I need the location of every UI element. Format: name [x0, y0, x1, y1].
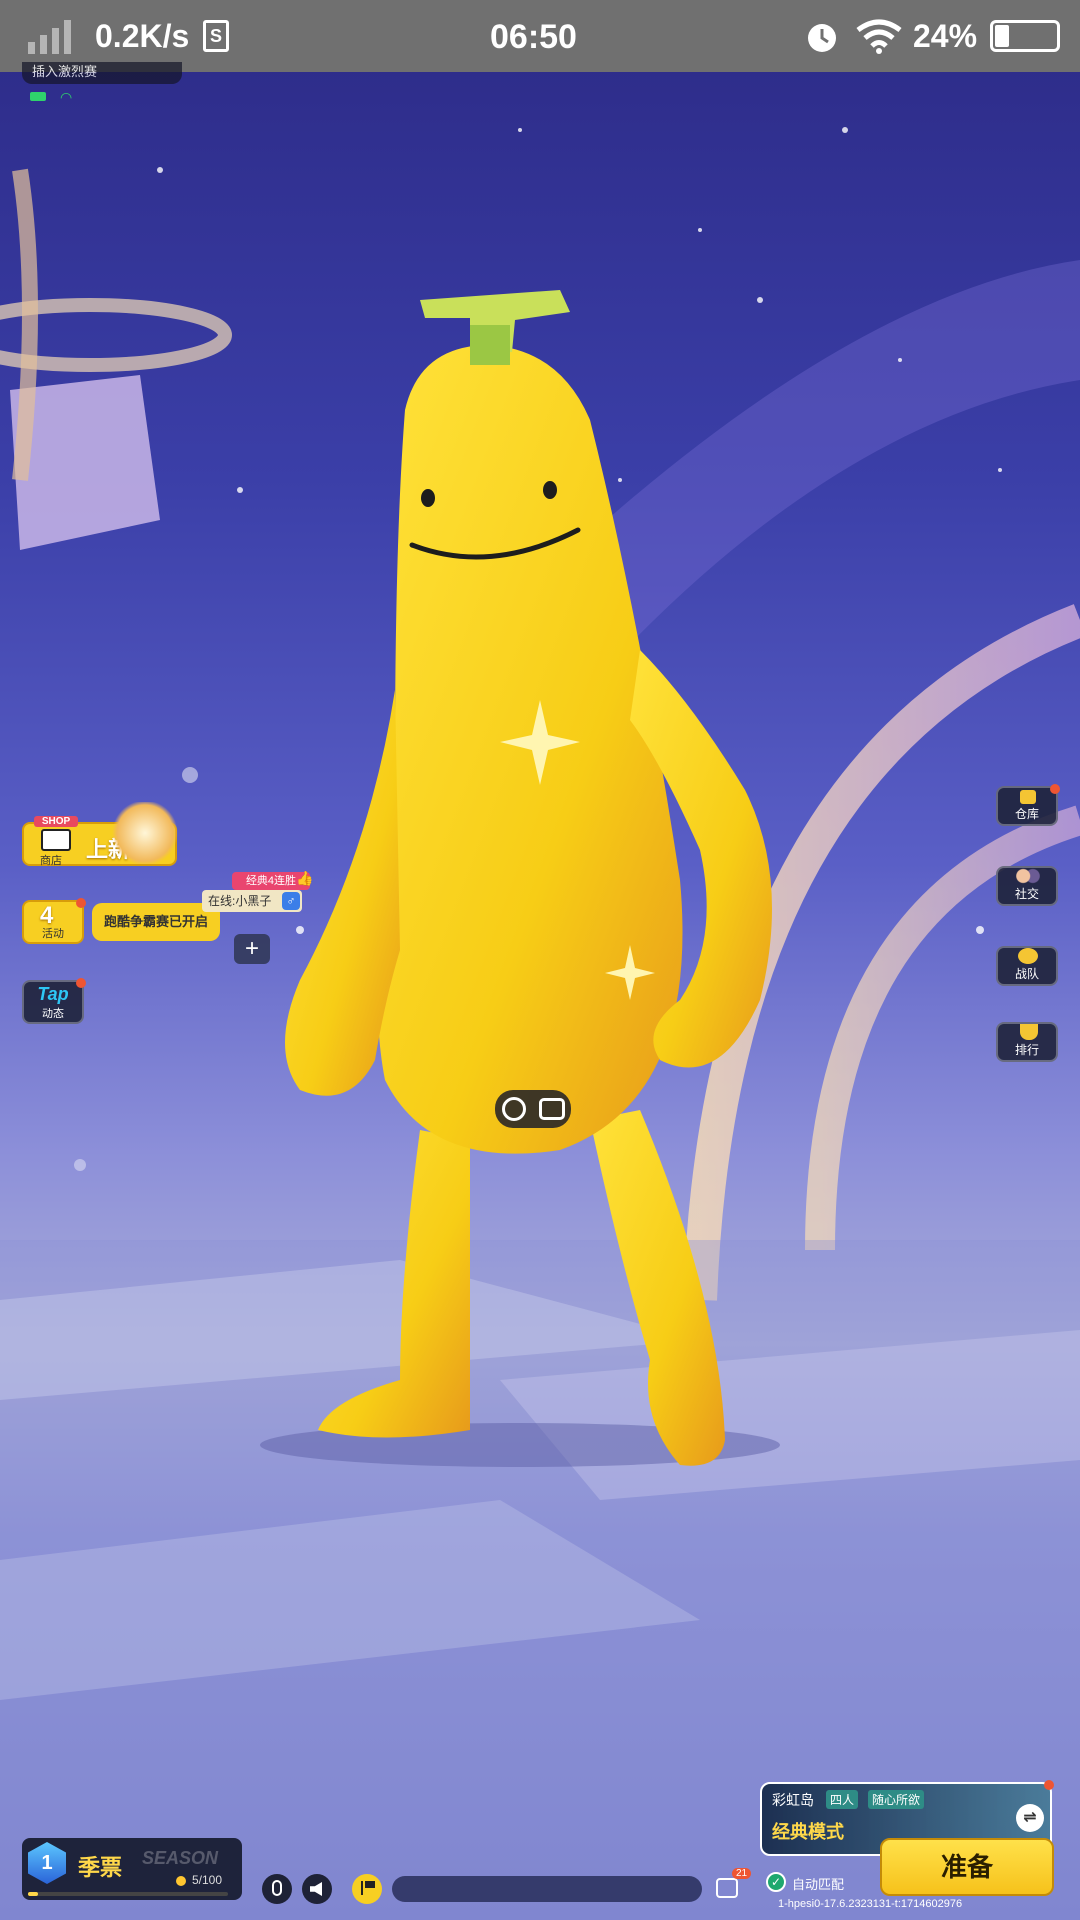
view-toggle[interactable]	[495, 1090, 571, 1128]
red-dot	[76, 978, 86, 988]
right-menu-label: 战队	[1014, 967, 1039, 981]
battery-mini-icon	[30, 92, 46, 101]
coin-icon	[176, 1876, 186, 1886]
right-menu-rank[interactable]: 排行	[996, 1022, 1058, 1062]
right-menu-team[interactable]: 战队	[996, 946, 1058, 986]
trophy-icon	[1020, 1024, 1038, 1040]
box-icon	[1020, 790, 1036, 804]
mic-muted-icon	[272, 1880, 282, 1896]
wifi-mini-icon: ◠	[60, 89, 73, 105]
red-dot	[1044, 1780, 1054, 1790]
add-friend-button[interactable]: +	[234, 934, 270, 964]
join-hint[interactable]: 插入激烈赛	[22, 62, 182, 84]
red-dot	[76, 898, 86, 908]
battery-percent: 24%	[913, 18, 978, 54]
season-pass[interactable]: 1 季票 SEASON 5/100	[22, 1838, 242, 1900]
map-name: 彩虹岛	[772, 1792, 814, 1808]
chat-flag-button[interactable]	[352, 1874, 382, 1904]
camera-icon[interactable]	[538, 1098, 565, 1120]
shop-button[interactable]: SHOP 商店 上新	[22, 802, 180, 867]
season-progress-bar	[28, 1892, 228, 1896]
chat-input[interactable]	[392, 1876, 702, 1902]
tap-feed-button[interactable]: Tap 动态	[22, 978, 86, 1024]
team-size-badge: 四人	[826, 1790, 859, 1809]
team-icon	[1018, 948, 1038, 964]
inbox-icon	[716, 1878, 738, 1898]
right-menu-label: 排行	[1014, 1043, 1039, 1057]
tap-label: 动态	[42, 1008, 64, 1020]
shop-sub-label: 商店	[40, 855, 62, 867]
emote-icon[interactable]	[501, 1097, 526, 1121]
ready-button[interactable]: 准备	[880, 1838, 1054, 1896]
sim-icon: S	[203, 20, 229, 52]
right-menu-label: 社交	[1014, 887, 1039, 901]
tap-logo-icon: Tap	[37, 984, 69, 1004]
scene-background	[0, 127, 1080, 1920]
flag-icon	[361, 1881, 375, 1895]
activity-label: 活动	[42, 928, 64, 940]
season-progress-text: 5/100	[192, 1873, 223, 1887]
season-title: 季票	[78, 1855, 123, 1880]
switch-mode-button[interactable]: ⇌	[1016, 1804, 1044, 1832]
auto-match-toggle[interactable]: ✓ 自动匹配	[766, 1870, 876, 1894]
friends-icon	[1016, 868, 1040, 884]
right-menu-label: 仓库	[1014, 807, 1039, 821]
clock: 06:50	[490, 18, 577, 56]
game-scene	[0, 0, 1080, 1920]
alarm-icon	[808, 24, 836, 52]
red-dot	[1050, 784, 1060, 794]
mini-status-icons: ◠	[30, 90, 80, 104]
season-watermark: SEASON	[142, 1848, 219, 1868]
auto-match-label: 自动匹配	[792, 1877, 845, 1892]
right-menu-warehouse[interactable]: 仓库	[996, 784, 1060, 826]
speaker-button[interactable]	[302, 1874, 332, 1904]
new-skin-thumbnail	[110, 802, 180, 864]
wifi-icon	[856, 19, 902, 54]
signal-icon	[28, 20, 71, 54]
store-icon	[41, 829, 71, 851]
season-level-badge: 1	[28, 1842, 66, 1884]
notification-count: 21	[732, 1868, 752, 1879]
speaker-icon	[310, 1882, 322, 1896]
thumbs-up-icon: 👍	[296, 870, 314, 886]
mode-name: 经典模式	[772, 1822, 844, 1842]
activity-notice[interactable]: 跑酷争霸赛已开启	[92, 903, 220, 941]
activity-button[interactable]: 4 活动	[22, 898, 86, 944]
mic-button[interactable]	[262, 1874, 292, 1904]
male-icon: ♂	[282, 892, 300, 910]
mode-tag: 随心所欲	[868, 1790, 925, 1809]
checkbox-checked-icon: ✓	[766, 1872, 786, 1892]
right-menu-social[interactable]: 社交	[996, 866, 1058, 906]
net-speed: 0.2K/s	[95, 18, 190, 54]
battery-icon	[990, 20, 1060, 52]
version-string: 1-hpesi0-17.6.2323131-t:1714602976	[778, 1898, 963, 1910]
inbox-button[interactable]: 21	[712, 1868, 752, 1904]
